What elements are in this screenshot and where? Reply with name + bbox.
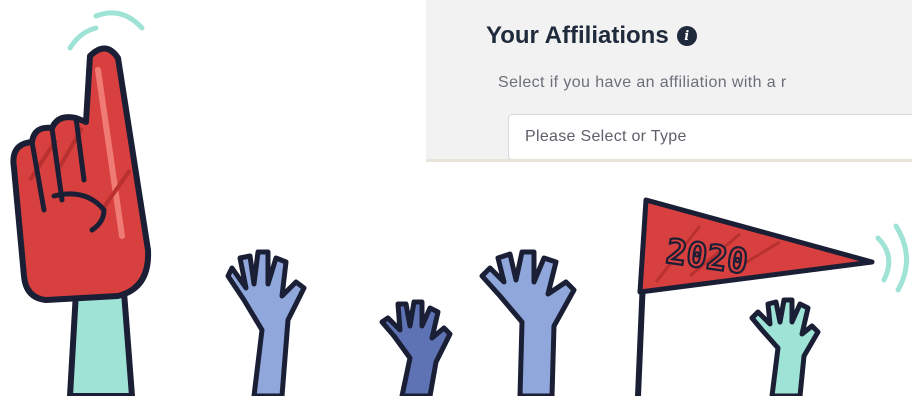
affiliations-description: Select if you have an affiliation with a… <box>498 74 787 91</box>
wave-lines-right <box>875 223 909 293</box>
affiliations-title: Your Affiliations <box>486 22 669 49</box>
affiliations-panel: Your Affiliations i Select if you have a… <box>426 0 912 162</box>
raised-hand-blue-1 <box>225 249 307 396</box>
pennant-flag: 2020 <box>637 197 875 295</box>
affiliation-select-placeholder: Please Select or Type <box>525 128 687 145</box>
affiliations-screen: 2020 Your Affiliations i Select if you h… <box>0 0 912 396</box>
raised-hand-teal <box>749 297 821 396</box>
raised-hand-blue-2 <box>479 249 577 396</box>
raised-hand-dark-blue <box>379 299 453 396</box>
affiliations-heading: Your Affiliations i <box>486 22 697 50</box>
affiliation-select-input[interactable]: Please Select or Type <box>508 114 912 159</box>
foam-finger-arm <box>66 289 136 396</box>
foam-finger <box>10 45 152 303</box>
info-icon[interactable]: i <box>676 26 697 46</box>
wave-lines-left <box>67 10 145 51</box>
